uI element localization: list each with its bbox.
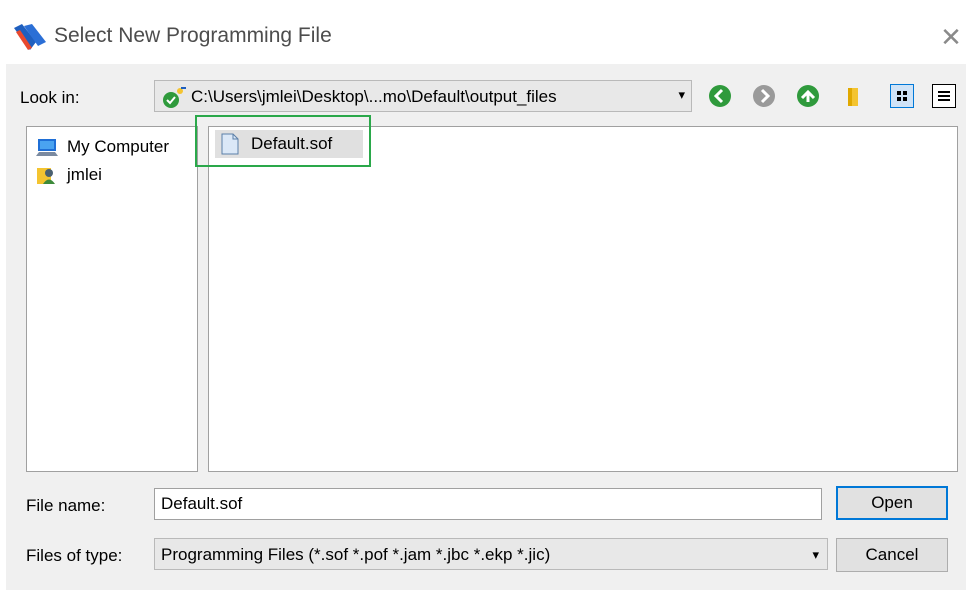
chevron-down-icon[interactable]: ▾: [678, 87, 685, 103]
look-in-label: Look in:: [20, 88, 80, 107]
cancel-button[interactable]: Cancel: [836, 538, 948, 572]
sidebar-places: My Computer jmlei: [26, 126, 198, 472]
files-of-type-label: Files of type:: [26, 546, 123, 565]
file-name-label: File name:: [26, 496, 106, 515]
detail-view-icon[interactable]: [933, 85, 955, 107]
detail-view-button[interactable]: [932, 84, 956, 108]
files-of-type-select[interactable]: Programming Files (*.sof *.pof *.jam *.j…: [154, 538, 828, 570]
close-icon[interactable]: ✕: [940, 22, 962, 52]
back-icon[interactable]: [708, 84, 732, 108]
user-icon: [37, 168, 55, 184]
close-button[interactable]: ✕: [936, 22, 966, 52]
list-view-icon[interactable]: [891, 85, 913, 107]
list-view-button[interactable]: [890, 84, 914, 108]
app-logo-icon: [14, 24, 46, 50]
new-folder-icon[interactable]: [842, 84, 866, 108]
file-name-input[interactable]: [154, 488, 822, 520]
chevron-down-icon[interactable]: ▾: [812, 547, 819, 563]
computer-icon: [36, 139, 58, 156]
folder-path-icon: [163, 87, 186, 108]
title-bar: Select New Programming File ✕: [0, 0, 972, 64]
look-in-path: C:\Users\jmlei\Desktop\...mo\Default\out…: [191, 87, 557, 106]
sidebar-item-label: jmlei: [67, 165, 102, 184]
forward-icon[interactable]: [752, 84, 776, 108]
open-button[interactable]: Open: [836, 486, 948, 520]
look-in-combo[interactable]: C:\Users\jmlei\Desktop\...mo\Default\out…: [154, 80, 692, 112]
file-list: Default.sof: [208, 126, 958, 472]
files-of-type-value: Programming Files (*.sof *.pof *.jam *.j…: [161, 545, 551, 564]
sidebar-item-label: My Computer: [67, 137, 170, 156]
window-title: Select New Programming File: [54, 24, 332, 47]
up-icon[interactable]: [796, 84, 820, 108]
highlight-annotation: [195, 115, 371, 167]
